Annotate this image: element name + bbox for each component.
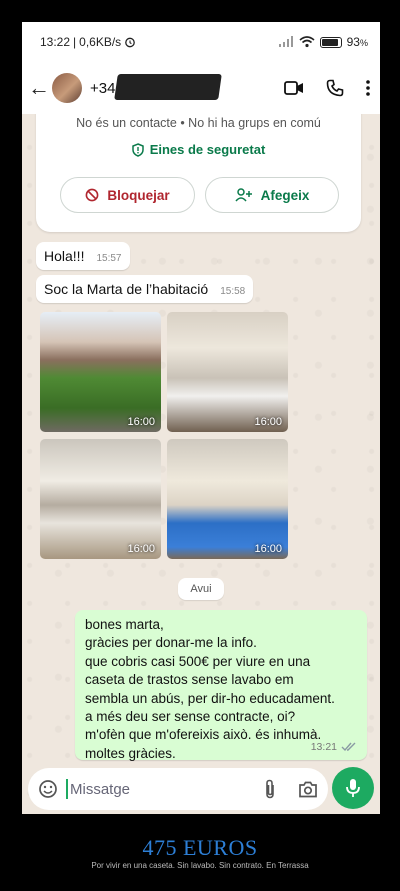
photo-garden[interactable]: 16:00 — [40, 312, 161, 432]
avatar[interactable] — [52, 73, 82, 103]
block-icon — [85, 188, 99, 202]
message-line: a més deu ser sense contracte, oi? — [85, 709, 296, 725]
attach-icon[interactable] — [264, 779, 276, 799]
photo-kitchen[interactable]: 16:00 — [40, 439, 161, 559]
camera-icon[interactable] — [298, 781, 318, 798]
voice-message-button[interactable] — [332, 767, 374, 809]
incoming-message[interactable]: Hola!!! 15:57 — [36, 242, 130, 270]
caption-subtitle: Por vivir en una caseta. Sin lavabo. Sin… — [91, 861, 309, 870]
date-divider: Avui — [178, 578, 224, 600]
block-button[interactable]: Bloquejar — [60, 177, 195, 213]
battery-icon — [319, 36, 342, 48]
signal-icon — [278, 36, 293, 47]
message-text: Hola!!! — [44, 248, 85, 264]
photo-time: 16:00 — [254, 543, 282, 555]
add-user-icon — [235, 188, 252, 202]
video-call-icon[interactable] — [284, 80, 304, 96]
read-receipt-icon — [341, 742, 356, 751]
message-line: que cobris casi 500€ per viure en una — [85, 653, 311, 669]
message-line: sembla un abús, per dir-ho educadament. — [85, 690, 335, 706]
wifi-icon — [299, 36, 315, 48]
battery-level: 93% — [346, 35, 368, 49]
outgoing-message[interactable]: bones marta, gràcies per donar-me la inf… — [75, 610, 367, 761]
message-line: caseta de trastos sense lavabo em — [85, 672, 294, 688]
phone-screen: 13:22 | 0,6KB/s 93% ← +34 No és un conta… — [22, 22, 380, 814]
photo-time: 16:00 — [127, 416, 155, 428]
caption-title: 475 EUROS — [142, 835, 258, 860]
message-line: bones marta, — [85, 617, 164, 632]
chat-header: ← +34 — [22, 62, 380, 114]
block-label: Bloquejar — [107, 187, 170, 203]
emoji-icon[interactable] — [38, 779, 58, 799]
photo-bedroom[interactable]: 16:00 — [167, 312, 288, 432]
message-input[interactable]: Missatge — [70, 781, 130, 798]
add-contact-button[interactable]: Afegeix — [205, 177, 339, 213]
network-speed: 0,6KB/s — [79, 35, 122, 49]
message-composer[interactable]: Missatge — [28, 768, 328, 810]
shield-icon — [131, 142, 144, 157]
message-time: 15:58 — [220, 286, 246, 297]
text-cursor — [66, 779, 68, 799]
safety-tools-label: Eines de seguretat — [149, 142, 266, 157]
message-time: 15:57 — [96, 253, 122, 264]
message-time: 13:21 — [310, 740, 337, 753]
photo-time: 16:00 — [127, 543, 155, 555]
photo-room-table[interactable]: 16:00 — [167, 439, 288, 559]
add-contact-label: Afegeix — [260, 187, 310, 203]
unknown-contact-card: No és un contacte • No hi ha grups en co… — [36, 102, 361, 232]
contact-name[interactable]: +34 — [90, 73, 222, 100]
message-text: Soc la Marta de l’habitació — [44, 281, 209, 297]
more-options-icon[interactable] — [366, 80, 370, 96]
redaction-bar — [114, 73, 222, 100]
message-line: gràcies per donar-me la info. — [85, 635, 257, 651]
alarm-icon — [125, 37, 136, 48]
contact-info-text: No és un contacte • No hi ha grups en co… — [76, 116, 321, 130]
phone-call-icon[interactable] — [326, 79, 344, 97]
back-arrow-icon[interactable]: ← — [28, 75, 50, 101]
incoming-message[interactable]: Soc la Marta de l’habitació 15:58 — [36, 275, 254, 303]
photo-time: 16:00 — [254, 416, 282, 428]
microphone-icon — [346, 779, 360, 797]
status-time: 13:22 — [40, 35, 71, 49]
status-bar: 13:22 | 0,6KB/s 93% — [22, 22, 380, 62]
safety-tools-link[interactable]: Eines de seguretat — [36, 142, 361, 157]
